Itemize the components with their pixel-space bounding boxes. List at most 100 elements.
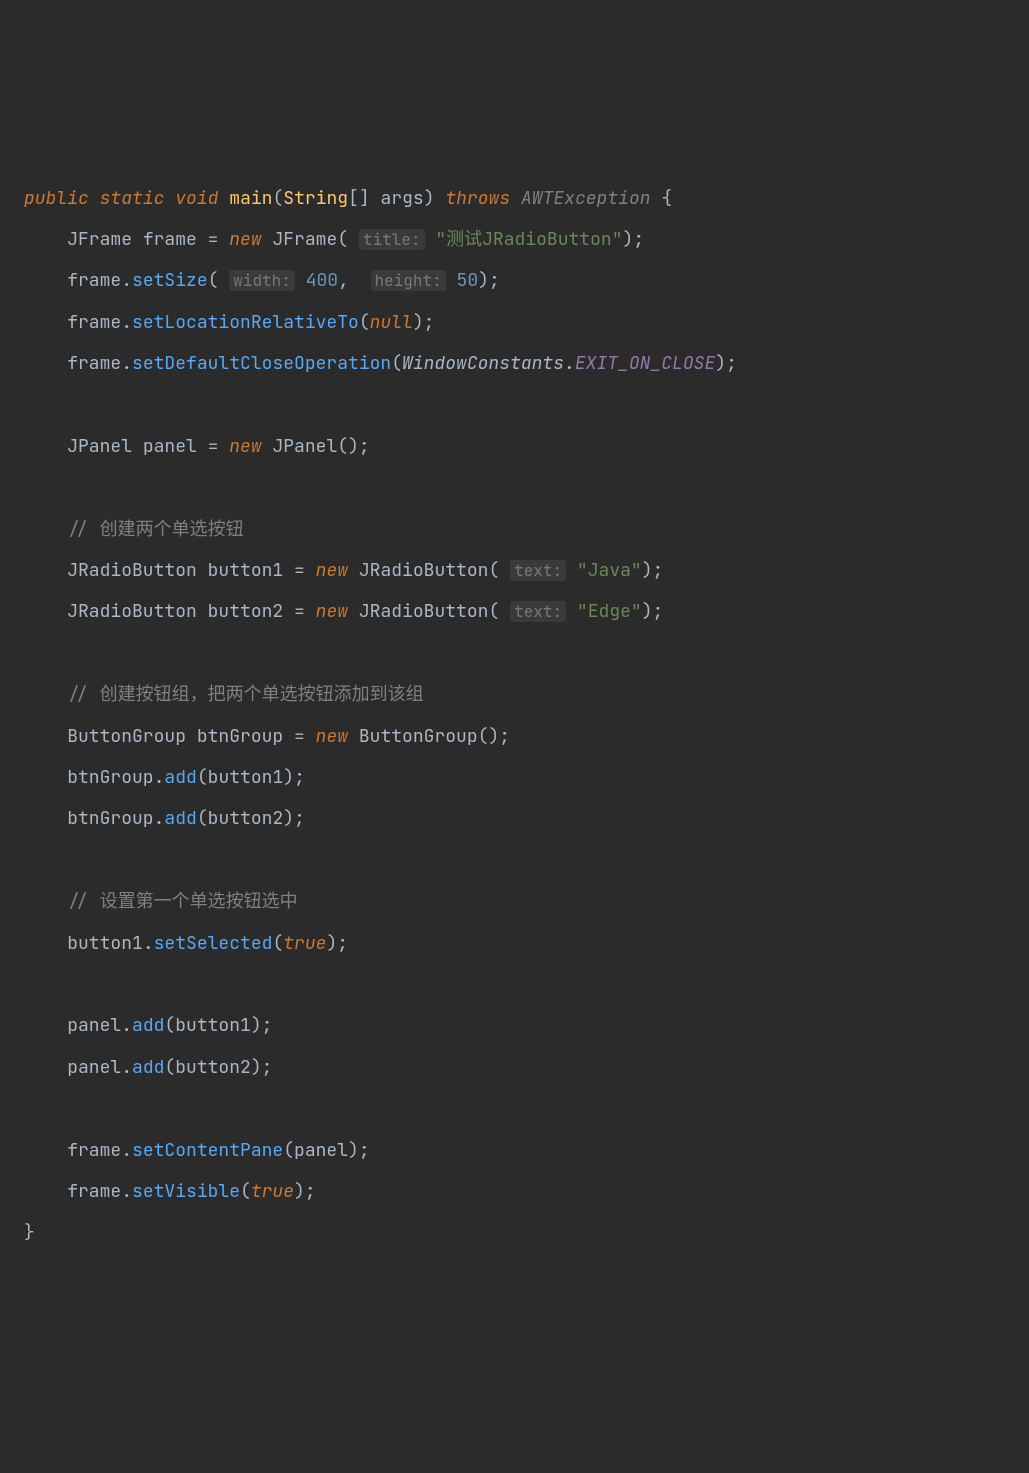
- method-add: add: [132, 1056, 164, 1079]
- const-exit-on-close: EXIT_ON_CLOSE: [575, 352, 715, 375]
- paren-close: ): [424, 187, 435, 210]
- code-line: JFrame frame = new JFrame( title: "测试JRa…: [24, 228, 644, 251]
- comment: // 创建按钮组，把两个单选按钮添加到该组: [67, 683, 423, 706]
- type-jradiobutton: JRadioButton: [67, 600, 197, 623]
- paren-open: (: [488, 559, 499, 582]
- code-line: JRadioButton button1 = new JRadioButton(…: [24, 559, 663, 582]
- semicolon: ;: [294, 807, 305, 830]
- indent: [24, 766, 67, 789]
- semicolon: ;: [294, 766, 305, 789]
- dot: .: [121, 311, 132, 334]
- paren-open: (: [391, 352, 402, 375]
- dot: .: [143, 932, 154, 955]
- arg-panel: panel: [294, 1139, 348, 1162]
- type-jframe: JFrame: [67, 228, 132, 251]
- code-line: panel.add(button2);: [24, 1056, 272, 1079]
- ctor-jpanel: JPanel: [272, 435, 337, 458]
- semicolon: ;: [653, 600, 664, 623]
- dot: .: [121, 1139, 132, 1162]
- dot: .: [121, 1180, 132, 1203]
- class-windowconstants: WindowConstants: [402, 352, 564, 375]
- obj-frame: frame: [67, 1180, 121, 1203]
- param-hint-height: height:: [371, 270, 446, 291]
- equals: =: [283, 559, 315, 582]
- paren-open: (: [164, 1014, 175, 1037]
- paren-open: (: [197, 766, 208, 789]
- paren-open: (: [197, 807, 208, 830]
- paren-open: (: [488, 600, 499, 623]
- indent: [24, 807, 67, 830]
- comma: ,: [338, 269, 360, 292]
- indent: [24, 559, 67, 582]
- code-line: frame.setSize( width: 400, height: 50);: [24, 269, 500, 292]
- keyword-static: static: [100, 187, 165, 210]
- paren-close: ): [413, 311, 424, 334]
- indent: [24, 228, 67, 251]
- arg-button2: button2: [175, 1056, 251, 1079]
- dot: .: [564, 352, 575, 375]
- code-line: btnGroup.add(button2);: [24, 807, 305, 830]
- dot: .: [154, 766, 165, 789]
- ctor-jframe: JFrame: [272, 228, 337, 251]
- method-add: add: [164, 766, 196, 789]
- paren-close: ): [488, 725, 499, 748]
- code-line: btnGroup.add(button1);: [24, 766, 305, 789]
- exception-type: AWTException: [521, 187, 651, 210]
- code-editor[interactable]: public static void main(String[] args) t…: [24, 178, 1017, 1254]
- keyword-new: new: [316, 600, 348, 623]
- var-btngroup: btnGroup: [197, 725, 283, 748]
- keyword-new: new: [229, 228, 261, 251]
- type-jradiobutton: JRadioButton: [67, 559, 197, 582]
- indent: [24, 1180, 67, 1203]
- paren-close: ): [283, 766, 294, 789]
- method-setcontentpane: setContentPane: [132, 1139, 283, 1162]
- paren-close: ): [642, 559, 653, 582]
- paren-close: ): [251, 1056, 262, 1079]
- comment: // 设置第一个单选按钮选中: [67, 890, 297, 913]
- method-add: add: [164, 807, 196, 830]
- keyword-new: new: [316, 559, 348, 582]
- code-line: frame.setDefaultCloseOperation(WindowCon…: [24, 352, 737, 375]
- code-line: public static void main(String[] args) t…: [24, 187, 672, 210]
- param-hint-text: text:: [510, 560, 566, 581]
- paren-open: (: [337, 435, 348, 458]
- method-name: main: [229, 187, 272, 210]
- param-args: args: [381, 187, 424, 210]
- indent: [24, 311, 67, 334]
- paren-close: ): [348, 1139, 359, 1162]
- semicolon: ;: [726, 352, 737, 375]
- semicolon: ;: [305, 1180, 316, 1203]
- string-literal: "Edge": [577, 600, 642, 623]
- paren-open: (: [359, 311, 370, 334]
- semicolon: ;: [262, 1056, 273, 1079]
- semicolon: ;: [424, 311, 435, 334]
- ctor-buttongroup: ButtonGroup: [359, 725, 478, 748]
- semicolon: ;: [499, 725, 510, 748]
- dot: .: [121, 1056, 132, 1079]
- obj-panel: panel: [67, 1056, 121, 1079]
- semicolon: ;: [337, 932, 348, 955]
- semicolon: ;: [262, 1014, 273, 1037]
- paren-close: ): [326, 932, 337, 955]
- paren-close: ): [642, 600, 653, 623]
- obj-frame: frame: [67, 269, 121, 292]
- indent: [24, 932, 67, 955]
- code-line: button1.setSelected(true);: [24, 932, 348, 955]
- paren-close: ): [251, 1014, 262, 1037]
- method-setvisible: setVisible: [132, 1180, 240, 1203]
- keyword-throws: throws: [445, 187, 510, 210]
- type-string: String: [283, 187, 348, 210]
- number-literal: 50: [457, 269, 479, 292]
- code-line: frame.setLocationRelativeTo(null);: [24, 311, 434, 334]
- keyword-null: null: [370, 311, 413, 334]
- obj-btngroup: btnGroup: [67, 807, 153, 830]
- number-literal: 400: [306, 269, 338, 292]
- method-setlocationrelativeto: setLocationRelativeTo: [132, 311, 359, 334]
- paren-open: (: [478, 725, 489, 748]
- code-line: JPanel panel = new JPanel();: [24, 435, 370, 458]
- paren-open: (: [240, 1180, 251, 1203]
- indent: [24, 1139, 67, 1162]
- code-line: // 设置第一个单选按钮选中: [24, 890, 298, 913]
- indent: [24, 269, 67, 292]
- method-setsize: setSize: [132, 269, 208, 292]
